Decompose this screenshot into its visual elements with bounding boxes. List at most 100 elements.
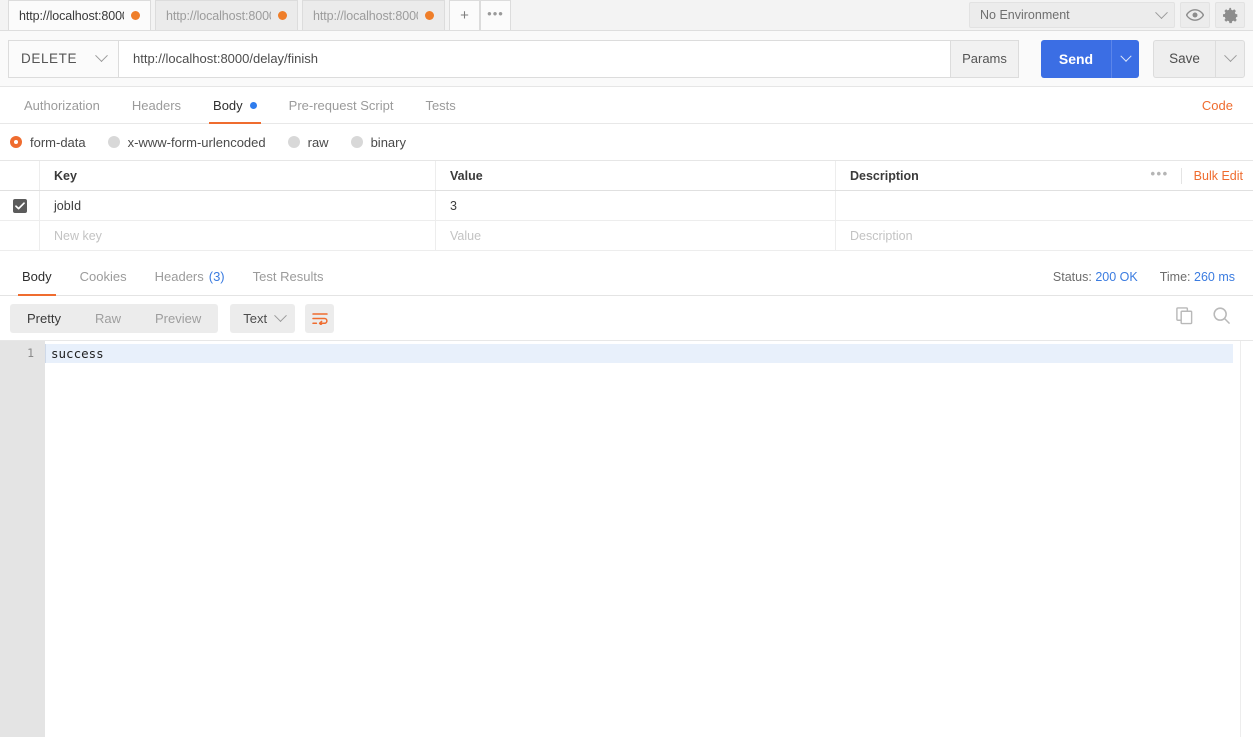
response-toolbar-actions — [1175, 296, 1231, 340]
request-section-tabs: Authorization Headers Body Pre-request S… — [0, 87, 1253, 124]
response-tab-body-label: Body — [22, 269, 52, 284]
new-tab-button[interactable]: + — [449, 0, 480, 30]
editor-vertical-scrollbar[interactable] — [1240, 341, 1253, 737]
bulk-edit-button[interactable]: Bulk Edit — [1194, 169, 1243, 183]
body-modified-dot-icon — [249, 101, 257, 109]
send-options-button[interactable] — [1111, 39, 1139, 78]
new-row-description-input[interactable]: Description — [836, 221, 1253, 250]
row-enabled-checkbox[interactable] — [12, 198, 27, 213]
table-new-row: New key Value Description — [0, 221, 1253, 251]
line-number: 1 — [27, 346, 34, 360]
tab-body[interactable]: Body — [197, 87, 273, 124]
response-section-tabs: Body Cookies Headers (3) Test Results St… — [0, 258, 1253, 296]
response-tab-test-results[interactable]: Test Results — [239, 258, 338, 295]
row-key-value: jobId — [54, 198, 82, 213]
column-header-description-label: Description — [850, 168, 919, 183]
row-value-value: 3 — [450, 198, 457, 213]
new-row-key-placeholder: New key — [54, 228, 102, 243]
http-method-selector[interactable]: DELETE — [8, 39, 118, 78]
chevron-down-icon — [95, 49, 108, 63]
request-tab-1[interactable]: http://localhost:8000 — [8, 0, 151, 30]
table-options-button[interactable]: ••• — [1151, 166, 1169, 185]
radio-x-www-form-urlencoded[interactable]: x-www-form-urlencoded — [107, 134, 266, 150]
radio-binary-label: binary — [370, 134, 406, 150]
row-description-input[interactable] — [836, 191, 1253, 220]
url-input[interactable]: http://localhost:8000/delay/finish — [118, 39, 951, 78]
response-view-mode-group: Pretty Raw Preview — [10, 303, 219, 333]
row-key-input[interactable]: jobId — [40, 191, 436, 220]
tab-pre-request-script-label: Pre-request Script — [288, 97, 394, 113]
response-tab-headers[interactable]: Headers (3) — [141, 258, 239, 295]
view-mode-preview[interactable]: Preview — [138, 304, 218, 333]
send-button[interactable]: Send — [1041, 39, 1111, 78]
response-tab-test-results-label: Test Results — [252, 269, 324, 284]
request-tab-bar: http://localhost:8000 http://localhost:8… — [0, 0, 1253, 31]
radio-raw[interactable]: raw — [287, 134, 329, 150]
status-badge: 200 OK — [1095, 270, 1138, 284]
response-tab-headers-label: Headers — [154, 269, 204, 284]
request-tab-3[interactable]: http://localhost:8000 — [302, 0, 445, 30]
radio-form-data-icon — [10, 136, 22, 148]
form-data-table: Key Value Description ••• Bulk Edit jobI… — [0, 160, 1253, 251]
save-options-button[interactable] — [1215, 39, 1245, 78]
settings-button[interactable] — [1215, 2, 1245, 28]
params-button[interactable]: Params — [951, 39, 1019, 78]
table-header-actions: ••• Bulk Edit — [1151, 161, 1243, 190]
editor-code-area[interactable]: success — [45, 341, 1253, 737]
http-method-label: DELETE — [21, 51, 78, 66]
divider — [1180, 167, 1182, 184]
chevron-down-icon — [1223, 49, 1237, 63]
request-tab-1-label: http://localhost:8000 — [19, 8, 124, 23]
body-type-radio-group: form-data x-www-form-urlencoded raw bina… — [0, 124, 1253, 160]
new-row-description-placeholder: Description — [850, 228, 913, 243]
tab-tests[interactable]: Tests — [409, 87, 471, 123]
tab-pre-request-script[interactable]: Pre-request Script — [273, 87, 410, 123]
time-value: 260 ms — [1194, 270, 1235, 284]
url-input-value: http://localhost:8000/delay/finish — [133, 51, 319, 66]
table-row: jobId 3 — [0, 191, 1253, 221]
radio-form-data-label: form-data — [30, 134, 86, 150]
environment-selector-label: No Environment — [980, 8, 1070, 22]
copy-to-clipboard-button[interactable] — [1175, 306, 1194, 330]
response-body-editor[interactable]: 1 success — [0, 340, 1253, 737]
new-row-value-input[interactable]: Value — [436, 221, 836, 250]
editor-line-number-gutter: 1 — [0, 341, 45, 737]
request-url-bar: DELETE http://localhost:8000/delay/finis… — [0, 31, 1253, 87]
radio-form-data[interactable]: form-data — [10, 135, 86, 150]
word-wrap-button[interactable] — [305, 303, 335, 333]
view-mode-raw[interactable]: Raw — [78, 304, 138, 333]
response-tab-cookies[interactable]: Cookies — [66, 258, 141, 295]
response-body-toolbar: Pretty Raw Preview Text — [0, 296, 1253, 340]
radio-x-www-form-urlencoded-icon — [107, 136, 120, 148]
radio-binary[interactable]: binary — [350, 134, 406, 150]
environment-selector[interactable]: No Environment — [969, 2, 1175, 28]
radio-raw-label: raw — [307, 134, 329, 150]
response-tab-cookies-label: Cookies — [79, 269, 127, 284]
response-format-selector[interactable]: Text — [230, 303, 296, 333]
table-header-check-cell — [0, 161, 40, 190]
copy-icon — [1176, 307, 1193, 325]
view-mode-pretty[interactable]: Pretty — [10, 304, 78, 333]
new-row-key-input[interactable]: New key — [40, 221, 436, 250]
unsaved-dot-icon — [278, 11, 287, 20]
code-line: success — [45, 344, 1233, 363]
row-checkbox-cell — [0, 191, 40, 220]
unsaved-dot-icon — [425, 11, 434, 20]
code-link[interactable]: Code — [1202, 87, 1233, 124]
tab-options-button[interactable]: ••• — [480, 0, 511, 30]
row-value-input[interactable]: 3 — [436, 191, 836, 220]
search-icon — [1213, 307, 1230, 324]
tabbar-right-controls: No Environment — [969, 0, 1245, 30]
time-label: Time: — [1159, 270, 1191, 284]
search-response-button[interactable] — [1212, 306, 1231, 330]
environment-quick-look-button[interactable] — [1180, 2, 1210, 28]
response-tab-body[interactable]: Body — [8, 258, 66, 296]
request-tab-2[interactable]: http://localhost:8000 — [155, 0, 298, 30]
unsaved-dot-icon — [131, 11, 140, 20]
tab-authorization[interactable]: Authorization — [8, 87, 116, 123]
radio-x-www-form-urlencoded-label: x-www-form-urlencoded — [127, 134, 266, 150]
tab-tests-label: Tests — [425, 97, 456, 113]
save-button[interactable]: Save — [1153, 39, 1215, 78]
gear-icon — [1222, 7, 1238, 23]
tab-headers[interactable]: Headers — [116, 87, 197, 123]
